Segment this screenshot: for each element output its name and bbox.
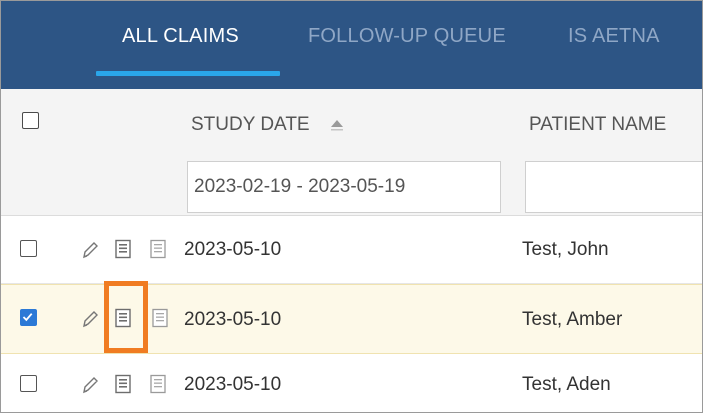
active-tab-indicator: [96, 71, 280, 76]
sort-ascending-icon[interactable]: [330, 119, 344, 131]
highlight-callout: [104, 281, 148, 353]
tab-follow-up-queue[interactable]: FOLLOW-UP QUEUE: [308, 25, 506, 55]
patient-name-cell: Test, John: [522, 239, 609, 260]
table-row[interactable]: 2023-05-10 Test, John: [1, 216, 702, 284]
tab-all-claims[interactable]: ALL CLAIMS: [122, 25, 239, 55]
claim-document-icon[interactable]: [114, 239, 132, 259]
claim-document-icon[interactable]: [114, 374, 132, 394]
study-date-filter-input[interactable]: [187, 161, 501, 213]
column-header-study-date[interactable]: STUDY DATE: [191, 114, 310, 136]
row-checkbox[interactable]: [20, 375, 37, 392]
study-date-cell: 2023-05-10: [184, 239, 282, 260]
tab-is-aetna[interactable]: IS AETNA: [568, 25, 660, 55]
study-date-cell: 2023-05-10: [184, 374, 282, 395]
tab-bar: ALL CLAIMS FOLLOW-UP QUEUE IS AETNA: [1, 1, 702, 89]
edit-pencil-icon[interactable]: [81, 309, 99, 329]
edit-pencil-icon[interactable]: [81, 240, 99, 260]
row-checkbox[interactable]: [20, 240, 37, 257]
notes-document-icon[interactable]: [151, 308, 169, 328]
notes-document-icon[interactable]: [149, 374, 167, 394]
patient-name-cell: Test, Aden: [522, 374, 611, 395]
patient-name-cell: Test, Amber: [522, 309, 623, 330]
column-header-patient-name[interactable]: PATIENT NAME: [529, 114, 666, 136]
select-all-checkbox[interactable]: [22, 112, 39, 129]
patient-name-filter-input[interactable]: [525, 161, 702, 213]
claims-grid: ALL CLAIMS FOLLOW-UP QUEUE IS AETNA STUD…: [0, 0, 703, 413]
notes-document-icon[interactable]: [149, 239, 167, 259]
study-date-cell: 2023-05-10: [184, 309, 282, 330]
table-row[interactable]: 2023-05-10 Test, Aden: [1, 354, 702, 412]
edit-pencil-icon[interactable]: [81, 375, 99, 395]
row-checkbox-checked[interactable]: [20, 309, 37, 326]
checkmark-icon: [22, 313, 33, 322]
